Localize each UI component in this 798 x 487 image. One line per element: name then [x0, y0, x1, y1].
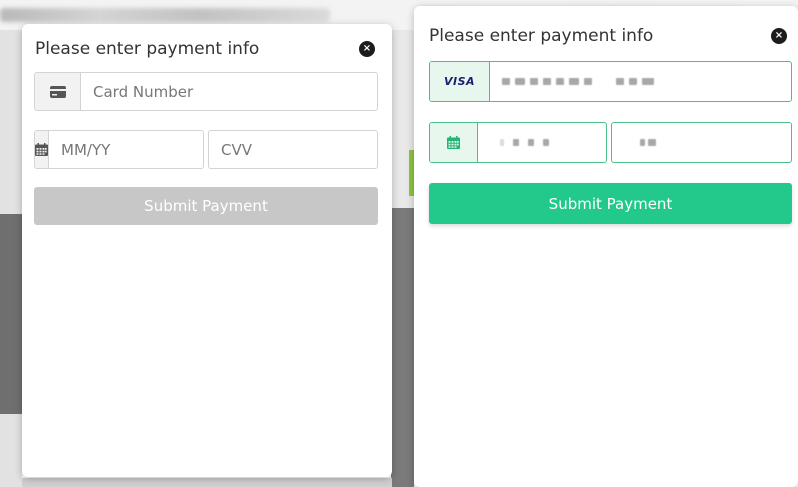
masked-digit	[569, 78, 579, 85]
close-icon[interactable]: ×	[771, 28, 787, 44]
card-number-group: VISA	[429, 61, 792, 102]
expiry-group	[429, 122, 607, 163]
masked-digit	[515, 78, 525, 85]
masked-digit	[543, 139, 549, 146]
masked-digit	[616, 78, 624, 85]
masked-digit	[648, 139, 656, 146]
masked-digit	[543, 78, 551, 85]
expiry-input[interactable]	[49, 131, 203, 168]
modal-title: Please enter payment info	[35, 39, 260, 59]
card-number-input[interactable]	[490, 62, 791, 101]
background-bottom-edge	[22, 478, 392, 487]
masked-digit	[513, 139, 519, 146]
cvv-group	[208, 130, 378, 169]
background-overlay	[391, 208, 414, 487]
expiry-input[interactable]	[478, 123, 606, 162]
cvv-group	[611, 122, 792, 163]
visa-logo-icon: VISA	[430, 62, 490, 101]
payment-modal-filled: Please enter payment info × VISA Submit …	[414, 6, 798, 487]
cvv-input[interactable]	[209, 131, 377, 168]
masked-digit	[640, 139, 645, 146]
masked-digit	[556, 78, 564, 85]
cvv-input[interactable]	[612, 123, 791, 162]
masked-digit	[530, 78, 538, 85]
masked-digit	[502, 78, 510, 85]
submit-payment-button[interactable]: Submit Payment	[34, 187, 378, 225]
modal-title: Please enter payment info	[429, 26, 654, 46]
background-overlay	[0, 214, 22, 414]
calendar-icon	[430, 123, 478, 162]
masked-digit	[500, 139, 504, 146]
masked-digit	[642, 78, 654, 85]
payment-modal-empty: Please enter payment info × Card Number …	[22, 24, 392, 477]
masked-digit	[629, 78, 637, 85]
masked-digit	[528, 139, 534, 146]
card-brand-label: VISA	[443, 75, 476, 88]
submit-payment-button[interactable]: Submit Payment	[429, 183, 792, 224]
card-number-input[interactable]	[81, 73, 377, 110]
masked-digit	[584, 78, 592, 85]
background-blurred-text	[0, 8, 330, 22]
expiry-group	[34, 130, 204, 169]
credit-card-icon	[35, 73, 81, 110]
close-icon[interactable]: ×	[359, 41, 375, 57]
calendar-icon	[35, 131, 49, 168]
card-number-group	[34, 72, 378, 111]
